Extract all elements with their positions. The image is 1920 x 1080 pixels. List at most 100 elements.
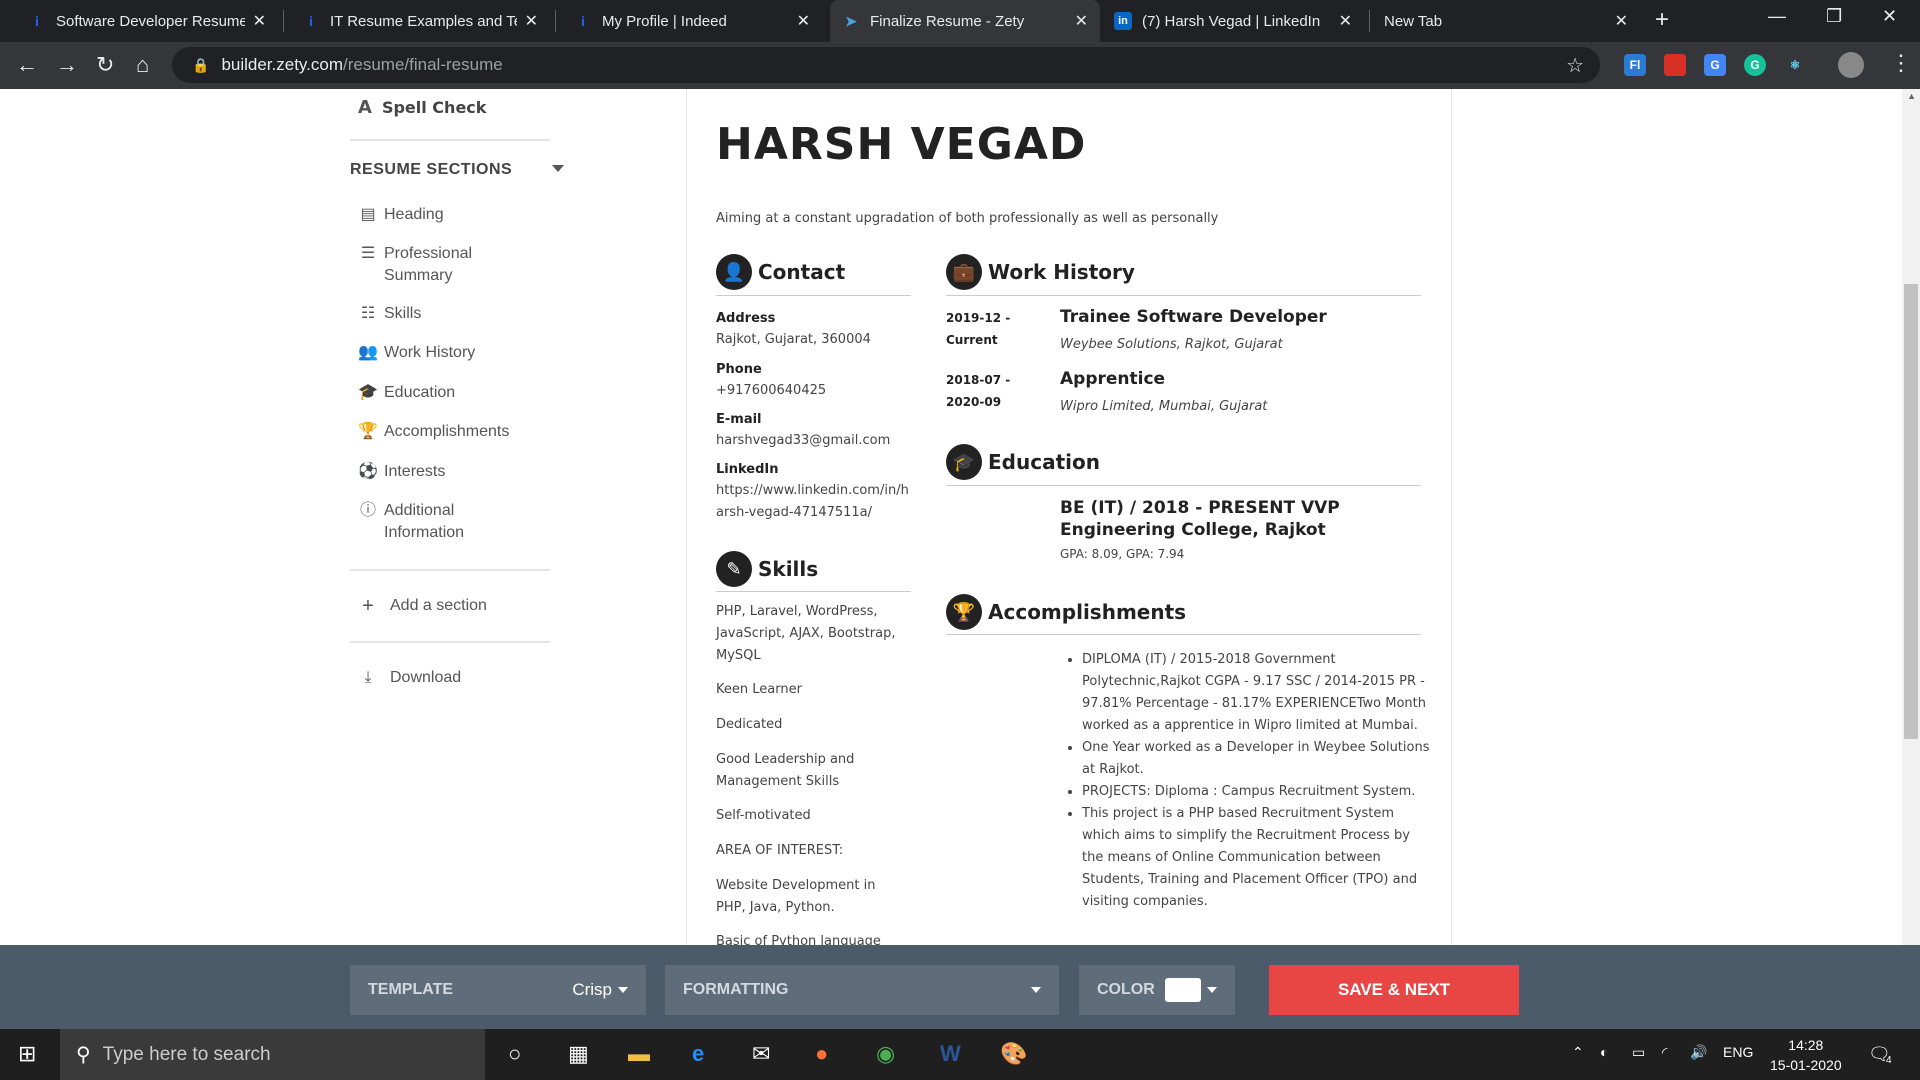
chevron-down-icon[interactable]	[552, 165, 564, 172]
page-scrollbar[interactable]: ▲ ▼	[1902, 89, 1920, 1029]
template-select[interactable]: TEMPLATE Crisp	[350, 965, 646, 1015]
graduation-cap-icon: 🎓	[946, 444, 982, 480]
tab-title: IT Resume Examples and Tem	[330, 12, 517, 30]
address-bar[interactable]: 🔒 builder.zety.com/resume/final-resume ☆	[172, 47, 1600, 83]
section-title: Accomplishments	[988, 600, 1187, 624]
wifi-icon[interactable]: ◜	[1662, 1044, 1667, 1061]
indeed-favicon-icon: i	[581, 13, 585, 29]
windows-start-icon[interactable]: ⊞	[18, 1041, 36, 1067]
new-tab-icon[interactable]: +	[1655, 6, 1669, 34]
sidebar-item-work-history[interactable]: 👥 Work History	[358, 342, 475, 364]
battery-icon[interactable]: ▭	[1632, 1044, 1645, 1061]
task-view-icon[interactable]: ▦	[568, 1041, 589, 1067]
minimize-icon[interactable]: —	[1768, 6, 1786, 27]
tab-linkedin[interactable]: in (7) Harsh Vegad | LinkedIn ✕	[1102, 0, 1364, 42]
divider	[350, 569, 550, 571]
windows-taskbar: ⊞ ⚲ Type here to search ○ ▦ ▬ e ✉ ● ◉ W …	[0, 1029, 1920, 1080]
tab-my-profile-indeed[interactable]: i My Profile | Indeed ✕	[562, 0, 822, 42]
tab-new-tab[interactable]: New Tab ✕	[1372, 0, 1640, 42]
linkedin-favicon-icon: in	[1114, 12, 1132, 30]
file-explorer-icon[interactable]: ▬	[628, 1041, 650, 1067]
formatting-select[interactable]: FORMATTING	[665, 965, 1059, 1015]
basketball-icon: ⚽	[358, 463, 378, 480]
add-section-button[interactable]: + Add a section	[358, 595, 487, 617]
download-button[interactable]: ⤓ Download	[358, 667, 461, 689]
tab-software-developer-resume[interactable]: i Software Developer Resume E ✕	[16, 0, 278, 42]
scrollbar-thumb[interactable]	[1904, 284, 1918, 739]
sidebar-item-skills[interactable]: ☷ Skills	[358, 303, 422, 325]
skill-item: Keen Learner	[716, 682, 802, 697]
sidebar-item-additional-information[interactable]: ⓘ Additional Information	[358, 500, 498, 544]
language-indicator[interactable]: ENG	[1723, 1044, 1753, 1060]
close-tab-icon[interactable]: ✕	[525, 11, 538, 31]
close-tab-icon[interactable]: ✕	[1075, 11, 1088, 31]
menu-kebab-icon[interactable]: ⋮	[1890, 50, 1912, 76]
skill-item: Good Leadership and Management Skills	[716, 752, 855, 789]
email-label: E-mail	[716, 412, 762, 427]
linkedin-label: LinkedIn	[716, 462, 779, 477]
divider	[716, 295, 911, 296]
translate-extension-icon[interactable]: G	[1704, 54, 1726, 76]
browser-toolbar: ← → ↻ ⌂ 🔒 builder.zety.com/resume/final-…	[0, 42, 1920, 89]
tray-app-icon[interactable]: ◐	[1600, 1044, 1608, 1060]
react-devtools-icon[interactable]: ⚛	[1784, 54, 1806, 76]
job-date: 2018-07 - 2020-09	[946, 369, 1010, 413]
forward-icon[interactable]: →	[56, 52, 78, 78]
clock[interactable]: 14:28 15-01-2020	[1770, 1035, 1842, 1075]
accomplishments-list: DIPLOMA (IT) / 2015-2018 Government Poly…	[1082, 649, 1432, 913]
list-bullets-icon: ☷	[360, 305, 376, 322]
sidebar-item-accomplishments[interactable]: 🏆 Accomplishments	[358, 421, 509, 443]
profile-avatar[interactable]	[1838, 52, 1864, 78]
color-swatch-wrap	[1165, 978, 1217, 1002]
save-next-button[interactable]: SAVE & NEXT	[1269, 965, 1519, 1015]
reload-icon[interactable]: ↻	[96, 52, 114, 78]
contact-section-heading: 👤 Contact	[716, 254, 845, 290]
close-tab-icon[interactable]: ✕	[253, 11, 266, 31]
close-window-icon[interactable]: ✕	[1882, 6, 1897, 27]
indeed-favicon-icon: i	[309, 13, 313, 29]
job-date-end: Current	[946, 333, 998, 347]
restore-icon[interactable]: ❐	[1826, 6, 1842, 27]
tab-finalize-resume-zety[interactable]: ➤ Finalize Resume - Zety ✕	[830, 0, 1100, 42]
sidebar-item-education[interactable]: 🎓 Education	[358, 382, 455, 404]
close-tab-icon[interactable]: ✕	[1339, 11, 1352, 31]
section-title: Work History	[988, 260, 1135, 284]
resume-sections-title: RESUME SECTIONS	[350, 161, 513, 178]
back-icon[interactable]: ←	[16, 52, 38, 78]
bookmark-star-icon[interactable]: ☆	[1566, 53, 1584, 78]
edge-icon[interactable]: e	[692, 1041, 704, 1067]
sidebar-item-interests[interactable]: ⚽ Interests	[358, 461, 445, 483]
volume-icon[interactable]: 🔊	[1690, 1044, 1707, 1061]
spell-check-link[interactable]: A Spell Check	[358, 97, 486, 118]
resume-summary: Aiming at a constant upgradation of both…	[716, 211, 1219, 226]
divider	[350, 139, 550, 141]
paint-icon[interactable]: 🎨	[1000, 1041, 1027, 1067]
email-value: harshvegad33@gmail.com	[716, 433, 891, 448]
list-lines-icon: ☰	[360, 245, 376, 262]
mail-icon[interactable]: ✉	[752, 1041, 770, 1067]
scroll-up-icon[interactable]: ▲	[1907, 91, 1916, 101]
close-tab-icon[interactable]: ✕	[797, 11, 810, 31]
color-select[interactable]: COLOR	[1079, 965, 1235, 1015]
download-label: Download	[390, 669, 462, 686]
cortana-icon[interactable]: ○	[508, 1041, 521, 1067]
resume-preview[interactable]: HARSH VEGAD Aiming at a constant upgrada…	[686, 89, 1452, 945]
sidebar-item-professional-summary[interactable]: ☰ Professional Summary	[358, 243, 498, 287]
home-icon[interactable]: ⌂	[136, 52, 149, 78]
skill-item: AREA OF INTEREST:	[716, 843, 844, 858]
extension-icon[interactable]: Fl	[1624, 54, 1646, 76]
extension-icon[interactable]	[1664, 54, 1686, 76]
section-title: Education	[988, 450, 1100, 474]
word-icon[interactable]: W	[940, 1041, 961, 1067]
tab-it-resume-examples[interactable]: i IT Resume Examples and Tem ✕	[290, 0, 550, 42]
chrome-icon[interactable]: ◉	[876, 1041, 895, 1067]
taskbar-search[interactable]: ⚲ Type here to search	[60, 1029, 485, 1080]
chevron-up-icon[interactable]: ⌃	[1572, 1044, 1584, 1061]
trophy-icon: 🏆	[946, 594, 982, 630]
close-tab-icon[interactable]: ✕	[1615, 11, 1628, 31]
chevron-down-icon	[1207, 987, 1217, 993]
address-label: Address	[716, 311, 776, 326]
sidebar-item-heading[interactable]: ▤ Heading	[358, 204, 443, 226]
firefox-icon[interactable]: ●	[815, 1041, 828, 1067]
grammarly-extension-icon[interactable]: G	[1744, 54, 1766, 76]
